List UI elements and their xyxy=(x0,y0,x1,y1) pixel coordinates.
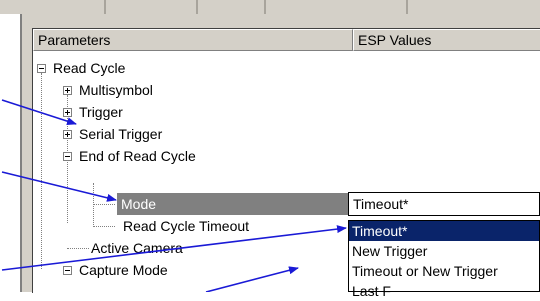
callout-arrows xyxy=(1,99,347,292)
callout-arrow-mode xyxy=(1,171,117,202)
callout-arrow-dropdown xyxy=(1,225,347,271)
callout-arrow-trigger xyxy=(1,99,77,126)
callout-arrow-value xyxy=(205,266,299,292)
